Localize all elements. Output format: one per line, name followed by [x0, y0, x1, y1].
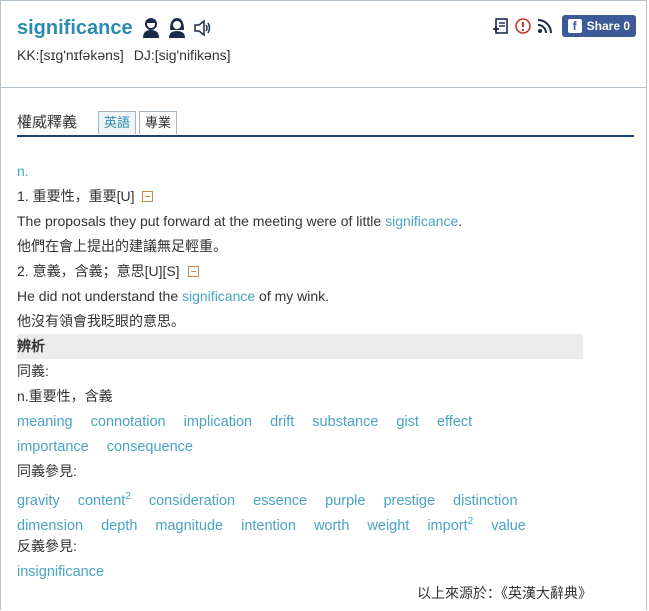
- synonym-label: 同義:: [17, 363, 49, 379]
- homograph-number: 2: [125, 491, 131, 502]
- synonym-link[interactable]: importance: [17, 439, 89, 455]
- facebook-share-button[interactable]: f Share 0: [561, 15, 636, 37]
- synonym-list: importance consequence: [17, 434, 637, 459]
- definition-tabs: 權威釋義 英語 專業: [17, 109, 634, 137]
- example-sentence: He did not understand the significance o…: [17, 284, 637, 309]
- synonym-sense: n.重要性，含義: [17, 388, 113, 404]
- example-translation: 他沒有領會我眨眼的意思。: [17, 313, 185, 329]
- see-also-link[interactable]: worth: [314, 518, 349, 534]
- facebook-icon: f: [567, 19, 582, 33]
- see-also-link[interactable]: import2: [427, 516, 474, 534]
- share-label: Share 0: [586, 19, 630, 33]
- synonym-list: meaning connotation implication drift substa…: [17, 409, 637, 434]
- tab-professional[interactable]: 專業: [139, 111, 178, 134]
- synonym-link[interactable]: substance: [312, 414, 378, 430]
- sense-1-definition: 1. 重要性，重要[U]: [17, 188, 135, 204]
- see-also-link[interactable]: prestige: [383, 493, 435, 509]
- synonym-link[interactable]: gist: [396, 414, 419, 430]
- antonym-list: insignificance: [17, 559, 637, 584]
- see-also-link[interactable]: value: [491, 518, 526, 534]
- see-also-list: gravity content2 consideration essence purpl…: [17, 484, 637, 509]
- see-also-word: import: [427, 517, 468, 534]
- antonym-link[interactable]: insignificance: [17, 564, 104, 580]
- pronunciation-kk: KK:[sɪg'nɪfəkəns]: [17, 47, 124, 63]
- example-keyword-link[interactable]: significance: [385, 213, 458, 229]
- see-also-label: 同義參見:: [17, 463, 77, 479]
- collapse-icon[interactable]: [142, 191, 154, 202]
- analysis-heading: 辨析: [17, 334, 583, 359]
- synonym-link[interactable]: consequence: [107, 439, 193, 455]
- entry-header: significance KK:[sɪg'nɪfəkəns] DJ:[sig'n…: [1, 1, 646, 88]
- see-also-link[interactable]: intention: [241, 518, 296, 534]
- tab-english[interactable]: 英語: [98, 111, 137, 134]
- see-also-link[interactable]: purple: [325, 493, 365, 509]
- sense-2-definition: 2. 意義，含義；意思[U][S]: [17, 263, 180, 279]
- dictionary-panel: significance KK:[sɪg'nɪfəkəns] DJ:[sig'n…: [0, 0, 647, 610]
- headword-row: significance: [17, 15, 213, 41]
- synonym-link[interactable]: effect: [437, 414, 472, 430]
- tabs-title: 權威釋義: [17, 114, 78, 131]
- example-text: .: [458, 213, 463, 229]
- example-text: of my wink.: [255, 288, 330, 304]
- example-translation: 他們在會上提出的建議無足輕重。: [17, 238, 227, 254]
- synonym-link[interactable]: meaning: [17, 414, 73, 430]
- antonym-label: 反義參見:: [17, 538, 77, 554]
- part-of-speech: n.: [17, 163, 29, 179]
- wordbook-add-icon[interactable]: [492, 17, 510, 35]
- see-also-link[interactable]: distinction: [453, 493, 517, 509]
- speaker-icon[interactable]: [193, 17, 213, 39]
- homograph-number: 2: [467, 516, 474, 527]
- pronunciation: KK:[sɪg'nɪfəkəns] DJ:[sig'nifikəns]: [17, 47, 231, 63]
- report-error-icon[interactable]: [514, 17, 532, 35]
- example-sentence: The proposals they put forward at the me…: [17, 209, 637, 234]
- rss-icon[interactable]: [536, 17, 554, 35]
- collapse-icon[interactable]: [187, 266, 199, 277]
- person-speaker-female-icon[interactable]: [167, 17, 187, 39]
- see-also-link[interactable]: depth: [101, 518, 137, 534]
- synonym-link[interactable]: drift: [270, 414, 294, 430]
- see-also-link[interactable]: magnitude: [155, 518, 223, 534]
- see-also-link[interactable]: content2: [77, 491, 131, 509]
- see-also-link[interactable]: essence: [253, 493, 307, 509]
- see-also-word: content: [77, 492, 126, 509]
- synonym-link[interactable]: connotation: [91, 414, 166, 430]
- definition-content: n. 1. 重要性，重要[U] The proposals they put f…: [17, 159, 637, 584]
- example-text: He did not understand the: [17, 288, 183, 304]
- see-also-list: dimension depth magnitude intention worth wei…: [17, 509, 637, 534]
- sense-definition: 1. 重要性，重要[U]: [17, 184, 637, 209]
- toolbar: f Share 0: [492, 15, 636, 37]
- synonym-link[interactable]: implication: [184, 414, 253, 430]
- headword: significance: [17, 17, 133, 39]
- person-speaker-icon[interactable]: [141, 17, 161, 39]
- see-also-link[interactable]: gravity: [17, 493, 60, 509]
- see-also-link[interactable]: weight: [367, 518, 409, 534]
- pronunciation-dj: DJ:[sig'nifikəns]: [133, 47, 231, 63]
- example-text: The proposals they put forward at the me…: [17, 213, 386, 229]
- example-keyword-link[interactable]: significance: [182, 288, 255, 304]
- sense-definition: 2. 意義，含義；意思[U][S]: [17, 259, 637, 284]
- see-also-link[interactable]: dimension: [17, 518, 83, 534]
- source-attribution: 以上來源於：《英漢大辭典》: [417, 585, 592, 601]
- see-also-link[interactable]: consideration: [149, 493, 235, 509]
